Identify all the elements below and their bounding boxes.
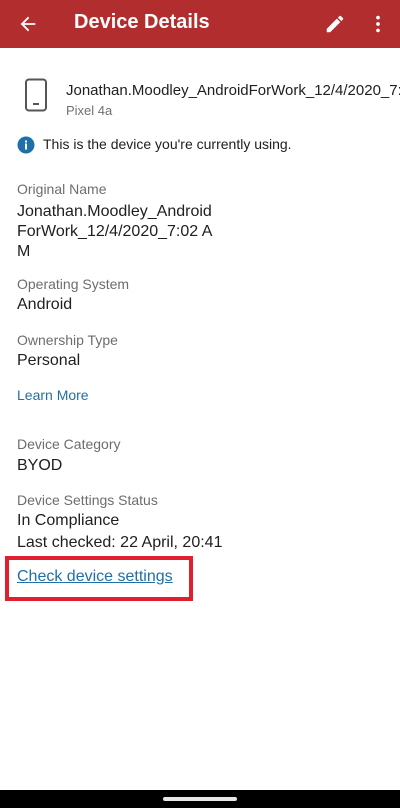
page-title: Device Details <box>74 11 210 33</box>
ownership-label: Ownership Type <box>17 332 118 348</box>
info-text: This is the device you're currently usin… <box>43 136 292 152</box>
more-vertical-icon <box>376 15 380 33</box>
back-button[interactable] <box>10 6 46 42</box>
category-label: Device Category <box>17 436 121 452</box>
current-device-notice: This is the device you're currently usin… <box>17 135 387 155</box>
check-device-settings-link[interactable]: Check device settings <box>17 568 173 586</box>
device-model: Pixel 4a <box>66 103 113 118</box>
system-nav-bar <box>0 790 400 808</box>
last-checked-text: Last checked: 22 April, 20:41 <box>17 534 223 551</box>
device-header: Jonathan.Moodley_AndroidForWork_12/4/202… <box>0 76 400 120</box>
settings-status-value: In Compliance <box>17 512 120 529</box>
os-label: Operating System <box>17 276 130 292</box>
pencil-icon <box>326 15 344 33</box>
home-gesture-handle[interactable] <box>163 797 237 801</box>
arrow-left-icon <box>20 16 36 32</box>
smartphone-icon <box>25 78 47 112</box>
app-bar: Device Details <box>0 0 400 48</box>
settings-status-label: Device Settings Status <box>17 492 158 508</box>
original-name-value: Jonathan.Moodley_AndroidForWork_12/4/202… <box>17 203 213 260</box>
os-value: Android <box>17 296 73 313</box>
edit-button[interactable] <box>317 6 353 42</box>
more-options-button[interactable] <box>360 6 396 42</box>
device-name: Jonathan.Moodley_AndroidForWork_12/4/202… <box>66 82 400 99</box>
learn-more-link[interactable]: Learn More <box>17 387 89 403</box>
info-icon <box>17 136 35 154</box>
original-name-label: Original Name <box>17 181 107 197</box>
ownership-value: Personal <box>17 352 81 369</box>
category-value: BYOD <box>17 457 63 474</box>
